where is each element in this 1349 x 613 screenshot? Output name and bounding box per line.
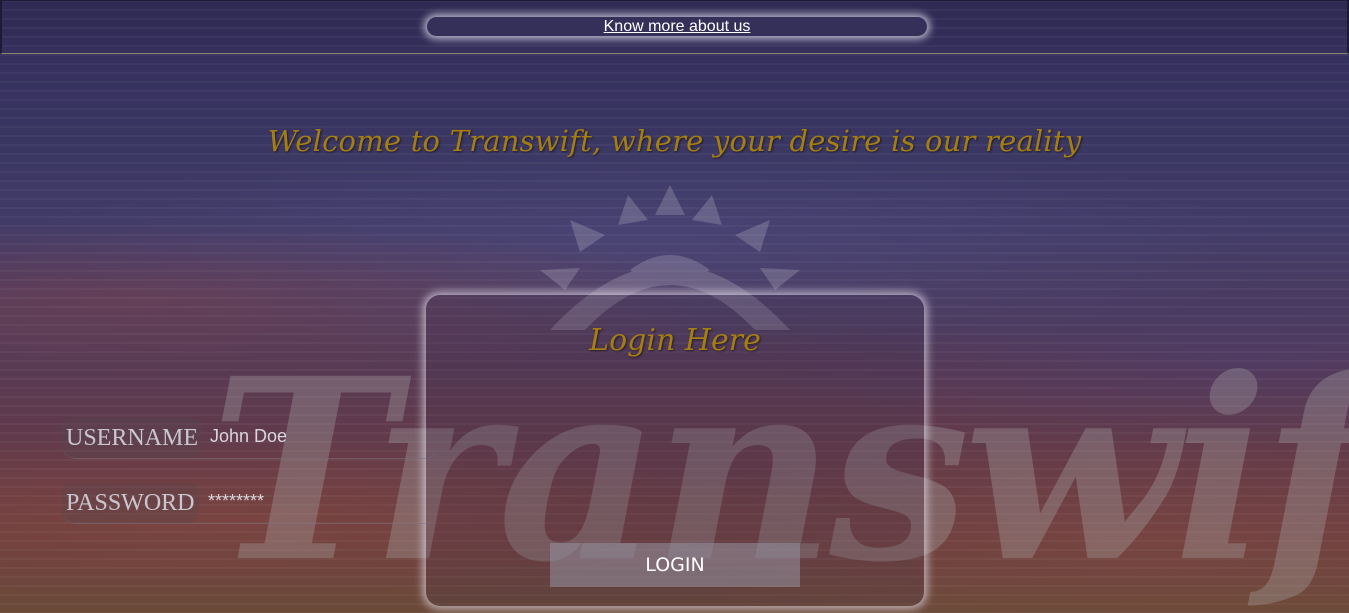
welcome-heading: Welcome to Transwift, where your desire …	[267, 124, 1082, 158]
about-pill: Know more about us	[427, 17, 927, 36]
know-more-link[interactable]: Know more about us	[604, 18, 751, 35]
username-row: USERNAME	[62, 418, 438, 459]
password-row: PASSWORD	[62, 483, 438, 524]
login-button[interactable]: LOGIN	[550, 543, 800, 587]
username-label: USERNAME	[62, 418, 203, 458]
username-input[interactable]	[210, 422, 430, 450]
password-label: PASSWORD	[62, 483, 199, 523]
login-title: Login Here	[589, 323, 761, 358]
password-input[interactable]	[208, 487, 428, 515]
top-bar: Know more about us	[0, 0, 1349, 54]
